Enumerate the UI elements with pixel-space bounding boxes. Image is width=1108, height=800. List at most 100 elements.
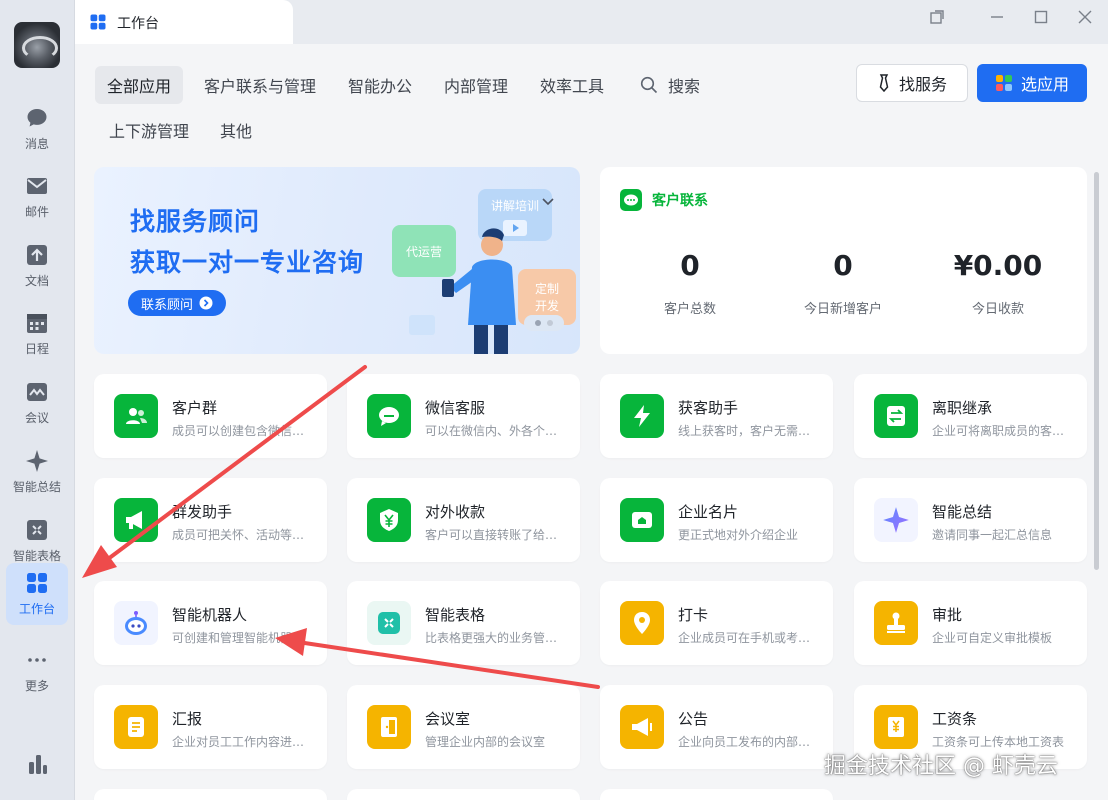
- smart-table-icon: [367, 601, 411, 645]
- left-rail: 消息 邮件 文档 日程 会议 智能总结 智能表格 工作台 更多: [0, 0, 75, 800]
- select-app-button[interactable]: 选应用: [977, 64, 1087, 102]
- scrollbar[interactable]: [1094, 172, 1099, 570]
- app-name: 企业名片: [678, 503, 739, 521]
- colorful-grid-icon: [995, 75, 1012, 91]
- app-desc: 比表格更强大的业务管理工具: [425, 631, 565, 645]
- app-desc: 企业向员工发布的内部公告: [678, 735, 818, 749]
- chevron-right-circle-icon: [199, 296, 213, 310]
- tab-smart-office[interactable]: 智能办公: [336, 66, 424, 104]
- app-card-announcement[interactable]: 公告 企业向员工发布的内部公告: [600, 685, 833, 769]
- doc-icon: [25, 243, 49, 267]
- app-desc: 成员可把关怀、活动等消息群发: [172, 528, 312, 542]
- grid-apps-icon: [25, 571, 49, 595]
- stats-bars-icon[interactable]: [26, 752, 50, 776]
- app-card-approval[interactable]: 审批 企业可自定义审批模板: [854, 581, 1087, 665]
- app-card-report[interactable]: 汇报 企业对员工工作内容进行汇报: [94, 685, 327, 769]
- customer-contact-stats[interactable]: 客户联系 0 客户总数 0 今日新增客户 ¥0.00 今日收款: [600, 167, 1087, 354]
- app-name: 公告: [678, 710, 709, 728]
- app-card-wechat-service[interactable]: 微信客服 可以在微信内、外各个场景中接入: [347, 374, 580, 458]
- chevron-down-icon: [542, 192, 554, 211]
- contact-consultant-label: 联系顾问: [140, 297, 193, 313]
- app-desc: 管理企业内部的会议室: [425, 735, 546, 749]
- app-desc: 邀请同事一起汇总信息: [932, 528, 1053, 542]
- door-icon: [367, 705, 411, 749]
- stat-value: 0: [680, 249, 700, 282]
- app-card-business-card[interactable]: 企业名片 更正式地对外介绍企业: [600, 478, 833, 562]
- rail-item-workbench[interactable]: 工作台: [6, 563, 68, 625]
- rail-label: 文档: [24, 274, 49, 288]
- stat-label: 今日收款: [971, 302, 1024, 317]
- app-card-partial: [347, 789, 580, 800]
- rail-label: 智能总结: [12, 480, 61, 494]
- find-service-button[interactable]: 找服务: [856, 64, 968, 102]
- consultant-illustration: [409, 228, 516, 354]
- stat-total-customers: 0 客户总数: [610, 249, 770, 317]
- rail-item-calendar[interactable]: 日程: [6, 303, 68, 365]
- app-name: 智能总结: [932, 503, 993, 521]
- megaphone-icon: [114, 498, 158, 542]
- watermark: 掘金技术社区 @ 虾壳云: [824, 754, 1058, 779]
- app-name: 打卡: [678, 606, 709, 624]
- lightning-icon: [620, 394, 664, 438]
- search-tab[interactable]: 搜索: [628, 66, 712, 104]
- app-card-mass-message[interactable]: 群发助手 成员可把关怀、活动等消息群发: [94, 478, 327, 562]
- app-card-smart-table[interactable]: 智能表格 比表格更强大的业务管理工具: [347, 581, 580, 665]
- app-desc: 企业成员可在手机或考勤机上打卡: [678, 631, 818, 645]
- find-service-label: 找服务: [898, 75, 947, 94]
- chip-custom-label-2: 开发: [534, 299, 559, 313]
- rail-label: 更多: [24, 679, 49, 693]
- maximize-icon[interactable]: [1028, 6, 1054, 28]
- app-card-meeting-room[interactable]: 会议室 管理企业内部的会议室: [347, 685, 580, 769]
- app-card-smart-robot[interactable]: 智能机器人 可创建和管理智能机器人: [94, 581, 327, 665]
- business-card-icon: [620, 498, 664, 542]
- tab-all-apps[interactable]: 全部应用: [95, 66, 184, 104]
- tab-internal-management[interactable]: 内部管理: [432, 66, 520, 104]
- popout-window-icon[interactable]: [924, 6, 950, 28]
- app-card-acquisition-assistant[interactable]: 获客助手 线上获客时，客户无需添加即可沟通: [600, 374, 833, 458]
- rail-item-more[interactable]: 更多: [6, 640, 68, 702]
- rail-label: 工作台: [18, 602, 55, 616]
- tab-other[interactable]: 其他: [208, 111, 264, 149]
- meeting-icon: [25, 380, 49, 404]
- sparkle-icon: [874, 498, 918, 542]
- rail-item-mail[interactable]: 邮件: [6, 166, 68, 228]
- app-card-resignation-inherit[interactable]: 离职继承 企业可将离职成员的客户分配: [854, 374, 1087, 458]
- wechat-chat-icon: [620, 189, 642, 211]
- tab-efficiency-tools[interactable]: 效率工具: [528, 66, 616, 104]
- minimize-icon[interactable]: [984, 6, 1010, 28]
- stat-today-income: ¥0.00 今日收款: [918, 249, 1078, 317]
- smart-table-icon: [25, 518, 49, 542]
- sparkle-icon: [25, 449, 49, 473]
- report-icon: [114, 705, 158, 749]
- rail-label: 邮件: [24, 205, 49, 219]
- app-card-customer-group[interactable]: 客户群 成员可以创建包含微信用户的客户群: [94, 374, 327, 458]
- search-label: 搜索: [668, 77, 701, 96]
- consultant-banner[interactable]: 找服务顾问 获取一对一专业咨询 联系顾问 讲解培训 代运营 定制 开发: [94, 167, 580, 354]
- app-card-check-in[interactable]: 打卡 企业成员可在手机或考勤机上打卡: [600, 581, 833, 665]
- contact-consultant-button[interactable]: 联系顾问: [128, 290, 226, 316]
- carousel-dots[interactable]: [524, 315, 564, 331]
- rail-item-smart-summary[interactable]: 智能总结: [6, 441, 68, 503]
- tab-customer-contact[interactable]: 客户联系与管理: [192, 66, 328, 104]
- tab-upstream-downstream[interactable]: 上下游管理: [97, 111, 201, 149]
- avatar[interactable]: [14, 22, 60, 68]
- rail-item-meeting[interactable]: 会议: [6, 372, 68, 434]
- app-name: 获客助手: [678, 399, 739, 417]
- stamp-icon: [874, 601, 918, 645]
- rail-item-messages[interactable]: 消息: [6, 98, 68, 160]
- workbench-tab[interactable]: 工作台: [75, 0, 293, 44]
- app-card-external-payment[interactable]: 对外收款 客户可以直接转账了给成员: [347, 478, 580, 562]
- search-icon: [640, 76, 658, 94]
- app-desc: 成员可以创建包含微信用户的客户群: [172, 424, 312, 438]
- app-name: 群发助手: [172, 503, 233, 521]
- stats-header: 客户联系: [620, 189, 708, 211]
- payslip-icon: [874, 705, 918, 749]
- close-icon[interactable]: [1072, 6, 1098, 28]
- mail-icon: [25, 174, 49, 198]
- app-desc: 企业可将离职成员的客户分配: [932, 424, 1072, 438]
- app-card-smart-summary[interactable]: 智能总结 邀请同事一起汇总信息: [854, 478, 1087, 562]
- rail-item-docs[interactable]: 文档: [6, 235, 68, 297]
- app-card-partial: [94, 789, 327, 800]
- banner-subtitle: 获取一对一专业咨询: [130, 248, 365, 277]
- rail-label: 智能表格: [12, 549, 61, 563]
